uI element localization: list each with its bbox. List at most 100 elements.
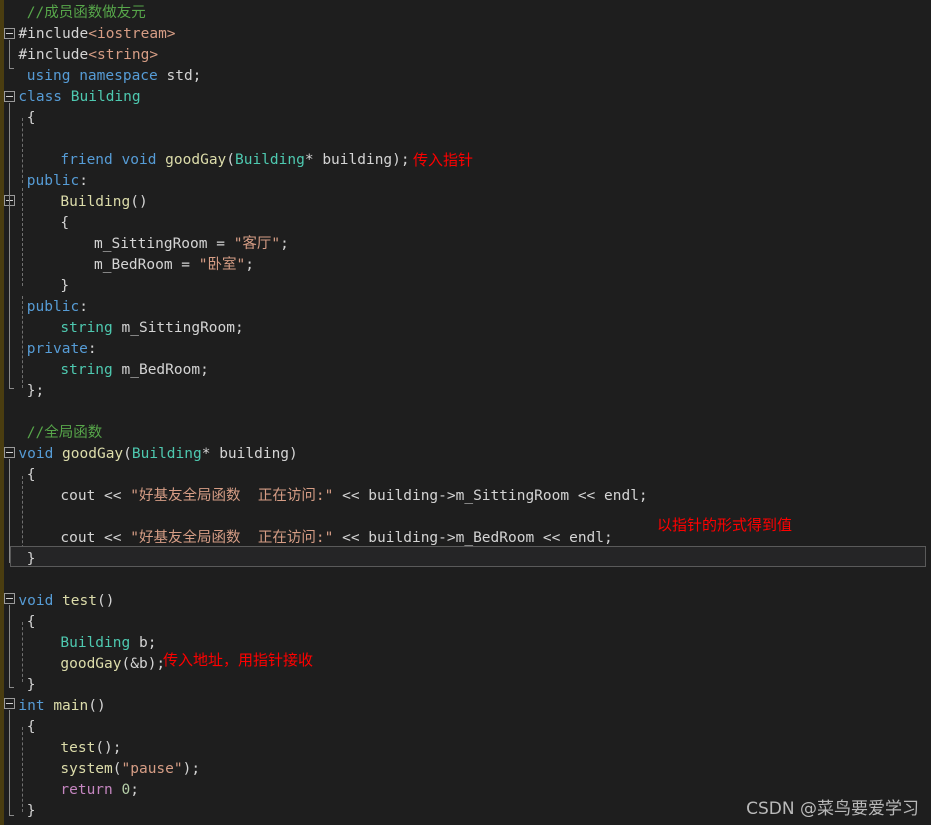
code-token-plain: (	[112, 761, 122, 777]
code-line[interactable]: #include<string>	[18, 45, 158, 66]
code-token-keyword: class	[18, 89, 63, 105]
code-line[interactable]: }	[27, 801, 36, 822]
code-line[interactable]: friend void goodGay(Building* building);	[60, 150, 409, 171]
code-line[interactable]: void goodGay(Building* building)	[18, 444, 297, 465]
code-token-type: string	[60, 320, 113, 336]
code-line[interactable]: {	[27, 612, 36, 633]
code-line[interactable]: public:	[27, 171, 88, 192]
code-line[interactable]: {	[27, 465, 36, 486]
code-line[interactable]: private:	[27, 339, 97, 360]
code-token-plain: ();	[95, 740, 122, 756]
code-token-plain: );	[182, 761, 201, 777]
code-token-plain: * building);	[304, 152, 410, 168]
code-token-keyword: friend	[60, 152, 113, 168]
code-token-keyword: void	[18, 593, 54, 609]
red-annotation: 传入地址，用指针接收	[163, 651, 314, 669]
code-token-function: test	[62, 593, 97, 609]
code-line[interactable]: {	[60, 213, 69, 234]
code-line[interactable]: using namespace std;	[27, 66, 202, 87]
code-token-plain: ()	[96, 593, 115, 609]
code-line[interactable]: public:	[27, 297, 88, 318]
code-token-plain: }	[26, 551, 36, 567]
code-token-plain: };	[26, 383, 45, 399]
code-token-keyword: using	[26, 68, 71, 84]
code-line[interactable]: string m_BedRoom;	[60, 360, 208, 381]
code-token-type: Building	[235, 152, 305, 168]
code-token-keyword: private	[26, 341, 88, 357]
code-token-plain: std;	[157, 68, 202, 84]
csdn-watermark: CSDN @菜鸟要爱学习	[746, 799, 919, 819]
code-line[interactable]: cout << "好基友全局函数 正在访问:" << building->m_S…	[60, 486, 647, 507]
code-token-type: string	[60, 362, 113, 378]
code-token-plain: << building->m_BedRoom << endl;	[333, 530, 613, 546]
code-line[interactable]: //成员函数做友元	[27, 3, 146, 24]
code-line[interactable]: string m_SittingRoom;	[60, 318, 243, 339]
code-token-plain: ;	[130, 782, 139, 798]
code-token-plain: }	[60, 278, 70, 294]
code-token-plain: (&b);	[121, 656, 166, 672]
code-line[interactable]: }	[27, 549, 36, 570]
code-token-plain: {	[26, 467, 36, 483]
code-line[interactable]: int main()	[18, 696, 105, 717]
code-token-keyword: void	[121, 152, 157, 168]
code-token-plain: * building)	[201, 446, 298, 462]
code-token-plain: m_BedRoom =	[94, 257, 199, 273]
code-line[interactable]: //全局函数	[27, 423, 102, 444]
code-line[interactable]: return 0;	[60, 780, 139, 801]
code-token-plain: {	[26, 719, 36, 735]
code-token-plain: }	[26, 803, 36, 819]
code-line[interactable]: goodGay(&b);	[60, 654, 165, 675]
code-token-keyword: public	[26, 173, 80, 189]
code-token-plain: :	[79, 173, 88, 189]
code-line[interactable]: m_SittingRoom = "客厅";	[94, 234, 289, 255]
code-line[interactable]: system("pause");	[60, 759, 200, 780]
code-token-keyword: public	[26, 299, 80, 315]
code-line[interactable]: m_BedRoom = "卧室";	[94, 255, 254, 276]
code-token-string: "好基友全局函数 正在访问:"	[130, 488, 334, 504]
code-token-plain: {	[26, 614, 36, 630]
code-token-string: "客厅"	[233, 236, 281, 252]
code-token-string: <iostream>	[88, 26, 176, 42]
code-content[interactable]: //成员函数做友元 #include<iostream> #include<stri…	[0, 0, 931, 825]
code-line[interactable]: #include<iostream>	[18, 24, 175, 45]
code-line[interactable]: void test()	[18, 591, 114, 612]
code-token-plain: :	[87, 341, 97, 357]
code-line[interactable]: {	[27, 108, 36, 129]
code-token-string: "pause"	[121, 761, 183, 777]
code-line[interactable]: }	[27, 675, 36, 696]
code-line[interactable]: Building()	[60, 192, 147, 213]
code-line[interactable]: test();	[60, 738, 121, 759]
code-line[interactable]: }	[60, 276, 69, 297]
code-line[interactable]: class Building	[18, 87, 140, 108]
code-line[interactable]: cout << "好基友全局函数 正在访问:" << building->m_B…	[60, 528, 612, 549]
code-token-plain: {	[26, 110, 36, 126]
code-token-function: goodGay	[60, 656, 122, 672]
code-token-type: Building	[131, 446, 202, 462]
code-editor[interactable]: //成员函数做友元 #include<iostream> #include<stri…	[0, 0, 931, 825]
code-line[interactable]: {	[27, 717, 36, 738]
code-token-pre: #include	[18, 47, 89, 63]
code-token-plain: (	[123, 446, 132, 462]
code-token-plain: b;	[130, 635, 157, 651]
code-line[interactable]: Building b;	[60, 633, 156, 654]
code-token-number: 0	[121, 782, 131, 798]
code-line[interactable]: };	[27, 381, 44, 402]
code-token-string: "卧室"	[198, 257, 246, 273]
code-token-control: return	[60, 782, 113, 798]
code-token-plain: ()	[130, 194, 148, 210]
code-token-keyword: namespace	[79, 68, 158, 84]
code-token-plain: cout <<	[60, 488, 131, 504]
red-annotation: 以指针的形式得到值	[657, 516, 793, 534]
code-token-function: Building	[60, 194, 131, 210]
code-token-function: goodGay	[165, 152, 227, 168]
code-token-plain: ()	[88, 698, 106, 714]
code-token-plain: m_SittingRoom =	[94, 236, 234, 252]
code-token-plain: ;	[280, 236, 289, 252]
code-token-plain: m_BedRoom;	[112, 362, 209, 378]
